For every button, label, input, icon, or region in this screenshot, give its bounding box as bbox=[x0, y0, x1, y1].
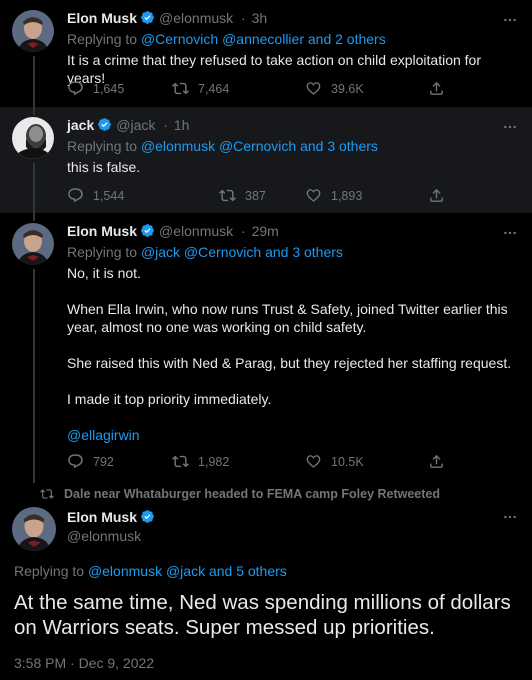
thread-line bbox=[33, 107, 35, 115]
retweet-count: 1,982 bbox=[198, 454, 230, 469]
tweet-paragraph: this is false. bbox=[67, 159, 141, 175]
replying-to: Replying to @Cernovich @annecollier and … bbox=[67, 31, 386, 47]
retweet-icon bbox=[172, 455, 189, 468]
tweet-paragraph: It is a crime that they refused to take … bbox=[67, 52, 481, 86]
author-handle[interactable]: @elonmusk bbox=[159, 10, 233, 26]
replying-links[interactable]: @jack @Cernovich and 3 others bbox=[141, 244, 343, 260]
mention-link[interactable]: @ellagirwin bbox=[67, 426, 522, 444]
retweet-icon bbox=[219, 189, 236, 202]
share-button[interactable] bbox=[428, 453, 445, 470]
replying-prefix: Replying to bbox=[67, 31, 138, 47]
separator-dot: · bbox=[241, 10, 246, 26]
author-handle[interactable]: @jack bbox=[116, 117, 155, 133]
tweet-paragraph: I made it top priority immediately. bbox=[67, 391, 272, 407]
avatar-elonmusk[interactable] bbox=[12, 507, 56, 551]
heart-icon bbox=[306, 455, 321, 468]
reply-button[interactable]: 792 bbox=[67, 453, 114, 470]
tweet-header: Elon Musk @elonmusk · 3h bbox=[67, 10, 267, 26]
share-button[interactable] bbox=[428, 80, 445, 97]
tweet-elonmusk-2[interactable]: Elon Musk @elonmusk · 29m Replying to @ja… bbox=[0, 213, 532, 483]
replying-to: Replying to @elonmusk @Cernovich and 3 o… bbox=[67, 138, 378, 154]
thread-line bbox=[33, 269, 35, 483]
tweet-text: No, it is not. When Ella Irwin, who now … bbox=[67, 264, 522, 444]
tweet-paragraph: No, it is not. bbox=[67, 265, 141, 281]
verified-badge-icon bbox=[141, 224, 154, 237]
main-tweet-text: At the same time, Ned was spending milli… bbox=[14, 591, 511, 639]
author-name-text[interactable]: Elon Musk bbox=[67, 509, 137, 525]
share-icon bbox=[430, 81, 443, 95]
thread-line bbox=[33, 213, 35, 221]
avatar-elonmusk[interactable] bbox=[12, 223, 54, 265]
verified-badge-icon bbox=[141, 11, 154, 24]
author-handle[interactable]: @elonmusk bbox=[67, 528, 141, 544]
more-icon[interactable] bbox=[502, 509, 518, 525]
retweet-count: 7,464 bbox=[198, 81, 230, 96]
like-count: 1,893 bbox=[331, 188, 363, 203]
retweet-button[interactable]: 7,464 bbox=[172, 80, 229, 97]
like-button[interactable]: 10.5K bbox=[305, 453, 364, 470]
reply-count: 792 bbox=[93, 454, 114, 469]
reply-count: 1,645 bbox=[93, 81, 125, 96]
thread-line bbox=[33, 163, 35, 213]
tweet-time[interactable]: 1h bbox=[174, 117, 190, 133]
tweet-paragraph: She raised this with Ned & Parag, but th… bbox=[67, 355, 512, 371]
avatar-elonmusk[interactable] bbox=[12, 10, 54, 52]
retweet-button[interactable]: 387 bbox=[219, 187, 266, 204]
tweet-timestamp[interactable]: 3:58 PM · Dec 9, 2022 bbox=[14, 655, 154, 671]
main-tweet[interactable]: Dale near Whataburger headed to FEMA cam… bbox=[0, 483, 532, 680]
tweet-jack[interactable]: jack @jack · 1h Replying to @elonmusk @Ce… bbox=[0, 107, 532, 213]
thread-line bbox=[33, 56, 35, 107]
tweet-header: Elon Musk @elonmusk · 29m bbox=[67, 223, 279, 239]
author-name[interactable]: Elon Musk bbox=[67, 223, 137, 239]
like-count: 10.5K bbox=[331, 454, 364, 469]
heart-icon bbox=[306, 82, 321, 95]
retweet-icon bbox=[172, 82, 189, 95]
replying-prefix: Replying to bbox=[14, 563, 85, 579]
tweet-elonmusk-1[interactable]: Elon Musk @elonmusk · 3h Replying to @Cer… bbox=[0, 0, 532, 107]
tweet-text: It is a crime that they refused to take … bbox=[67, 51, 522, 87]
heart-icon bbox=[306, 189, 321, 202]
author-name[interactable]: Elon Musk bbox=[67, 10, 137, 26]
reply-button[interactable]: 1,544 bbox=[67, 187, 124, 204]
like-button[interactable]: 1,893 bbox=[305, 187, 362, 204]
author-name[interactable]: jack bbox=[67, 117, 94, 133]
tweet-paragraph: When Ella Irwin, who now runs Trust & Sa… bbox=[67, 301, 508, 335]
reply-count: 1,544 bbox=[93, 188, 125, 203]
replying-to: Replying to @elonmusk @jack and 5 others bbox=[14, 563, 287, 579]
separator-dot: · bbox=[163, 117, 168, 133]
tweet-time[interactable]: 29m bbox=[252, 223, 279, 239]
retweet-icon bbox=[40, 489, 54, 499]
tweet-text: this is false. bbox=[67, 158, 522, 176]
replying-links[interactable]: @elonmusk @Cernovich and 3 others bbox=[141, 138, 378, 154]
replying-links[interactable]: @elonmusk @jack and 5 others bbox=[88, 563, 287, 579]
avatar-jack[interactable] bbox=[12, 117, 54, 159]
share-icon bbox=[430, 454, 443, 468]
share-button[interactable] bbox=[428, 187, 445, 204]
reply-icon bbox=[68, 454, 83, 469]
more-icon[interactable] bbox=[502, 12, 518, 28]
tweet-header: jack @jack · 1h bbox=[67, 117, 189, 133]
retweeted-by: Dale near Whataburger headed to FEMA cam… bbox=[40, 487, 440, 501]
reply-icon bbox=[68, 188, 83, 203]
more-icon[interactable] bbox=[502, 119, 518, 135]
author-handle[interactable]: @elonmusk bbox=[159, 223, 233, 239]
separator-dot: · bbox=[241, 223, 246, 239]
more-icon[interactable] bbox=[502, 225, 518, 241]
tweet-time[interactable]: 3h bbox=[252, 10, 268, 26]
retweet-count: 387 bbox=[245, 188, 266, 203]
retweet-button[interactable]: 1,982 bbox=[172, 453, 229, 470]
verified-badge-icon bbox=[98, 118, 112, 131]
retweeted-by-text[interactable]: Dale near Whataburger headed to FEMA cam… bbox=[64, 487, 440, 501]
reply-icon bbox=[68, 81, 83, 96]
share-icon bbox=[430, 188, 443, 202]
author-name[interactable]: Elon Musk bbox=[67, 509, 155, 525]
like-count: 39.6K bbox=[331, 81, 364, 96]
like-button[interactable]: 39.6K bbox=[305, 80, 364, 97]
verified-badge-icon bbox=[141, 510, 154, 523]
replying-prefix: Replying to bbox=[67, 244, 138, 260]
replying-to: Replying to @jack @Cernovich and 3 other… bbox=[67, 244, 343, 260]
replying-links[interactable]: @Cernovich @annecollier and 2 others bbox=[141, 31, 386, 47]
reply-button[interactable]: 1,645 bbox=[67, 80, 124, 97]
replying-prefix: Replying to bbox=[67, 138, 138, 154]
